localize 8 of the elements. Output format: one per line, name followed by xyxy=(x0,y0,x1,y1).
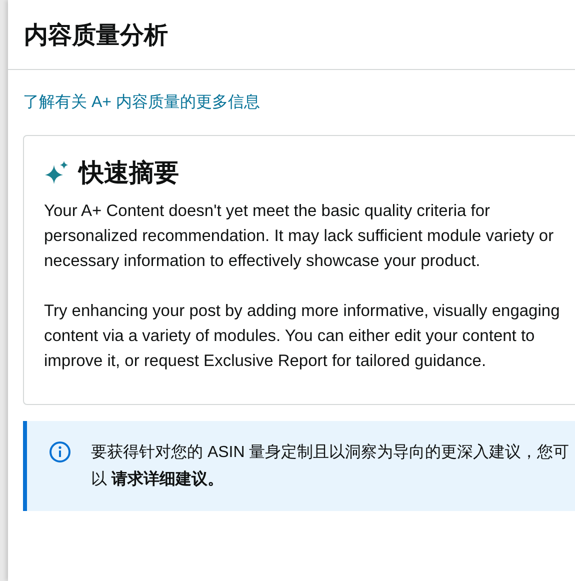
summary-paragraph: Try enhancing your post by adding more informative, visually engaging content via a variety of modules. You can either edit your content to improve it, or request Exclusive Report for tailored guidance. xyxy=(44,301,561,372)
info-message: 要获得针对您的 ASIN 量身定制且以洞察为导向的更深入建议，您可以 请求详细建议。 xyxy=(91,442,570,490)
summary-paragraph: Your A+ Content doesn't yet meet the basic quality criteria for personalized recommendation. It may lack sufficient module variety or necessary information to effectively showcase your product. xyxy=(44,201,555,272)
card-heading: 快速摘要 xyxy=(79,158,179,189)
panel-title: 内容质量分析 xyxy=(24,20,168,50)
sparkle-icon xyxy=(44,160,70,184)
info-icon xyxy=(49,441,71,463)
learn-more-link[interactable]: 了解有关 A+ 内容质量的更多信息 xyxy=(23,92,260,113)
